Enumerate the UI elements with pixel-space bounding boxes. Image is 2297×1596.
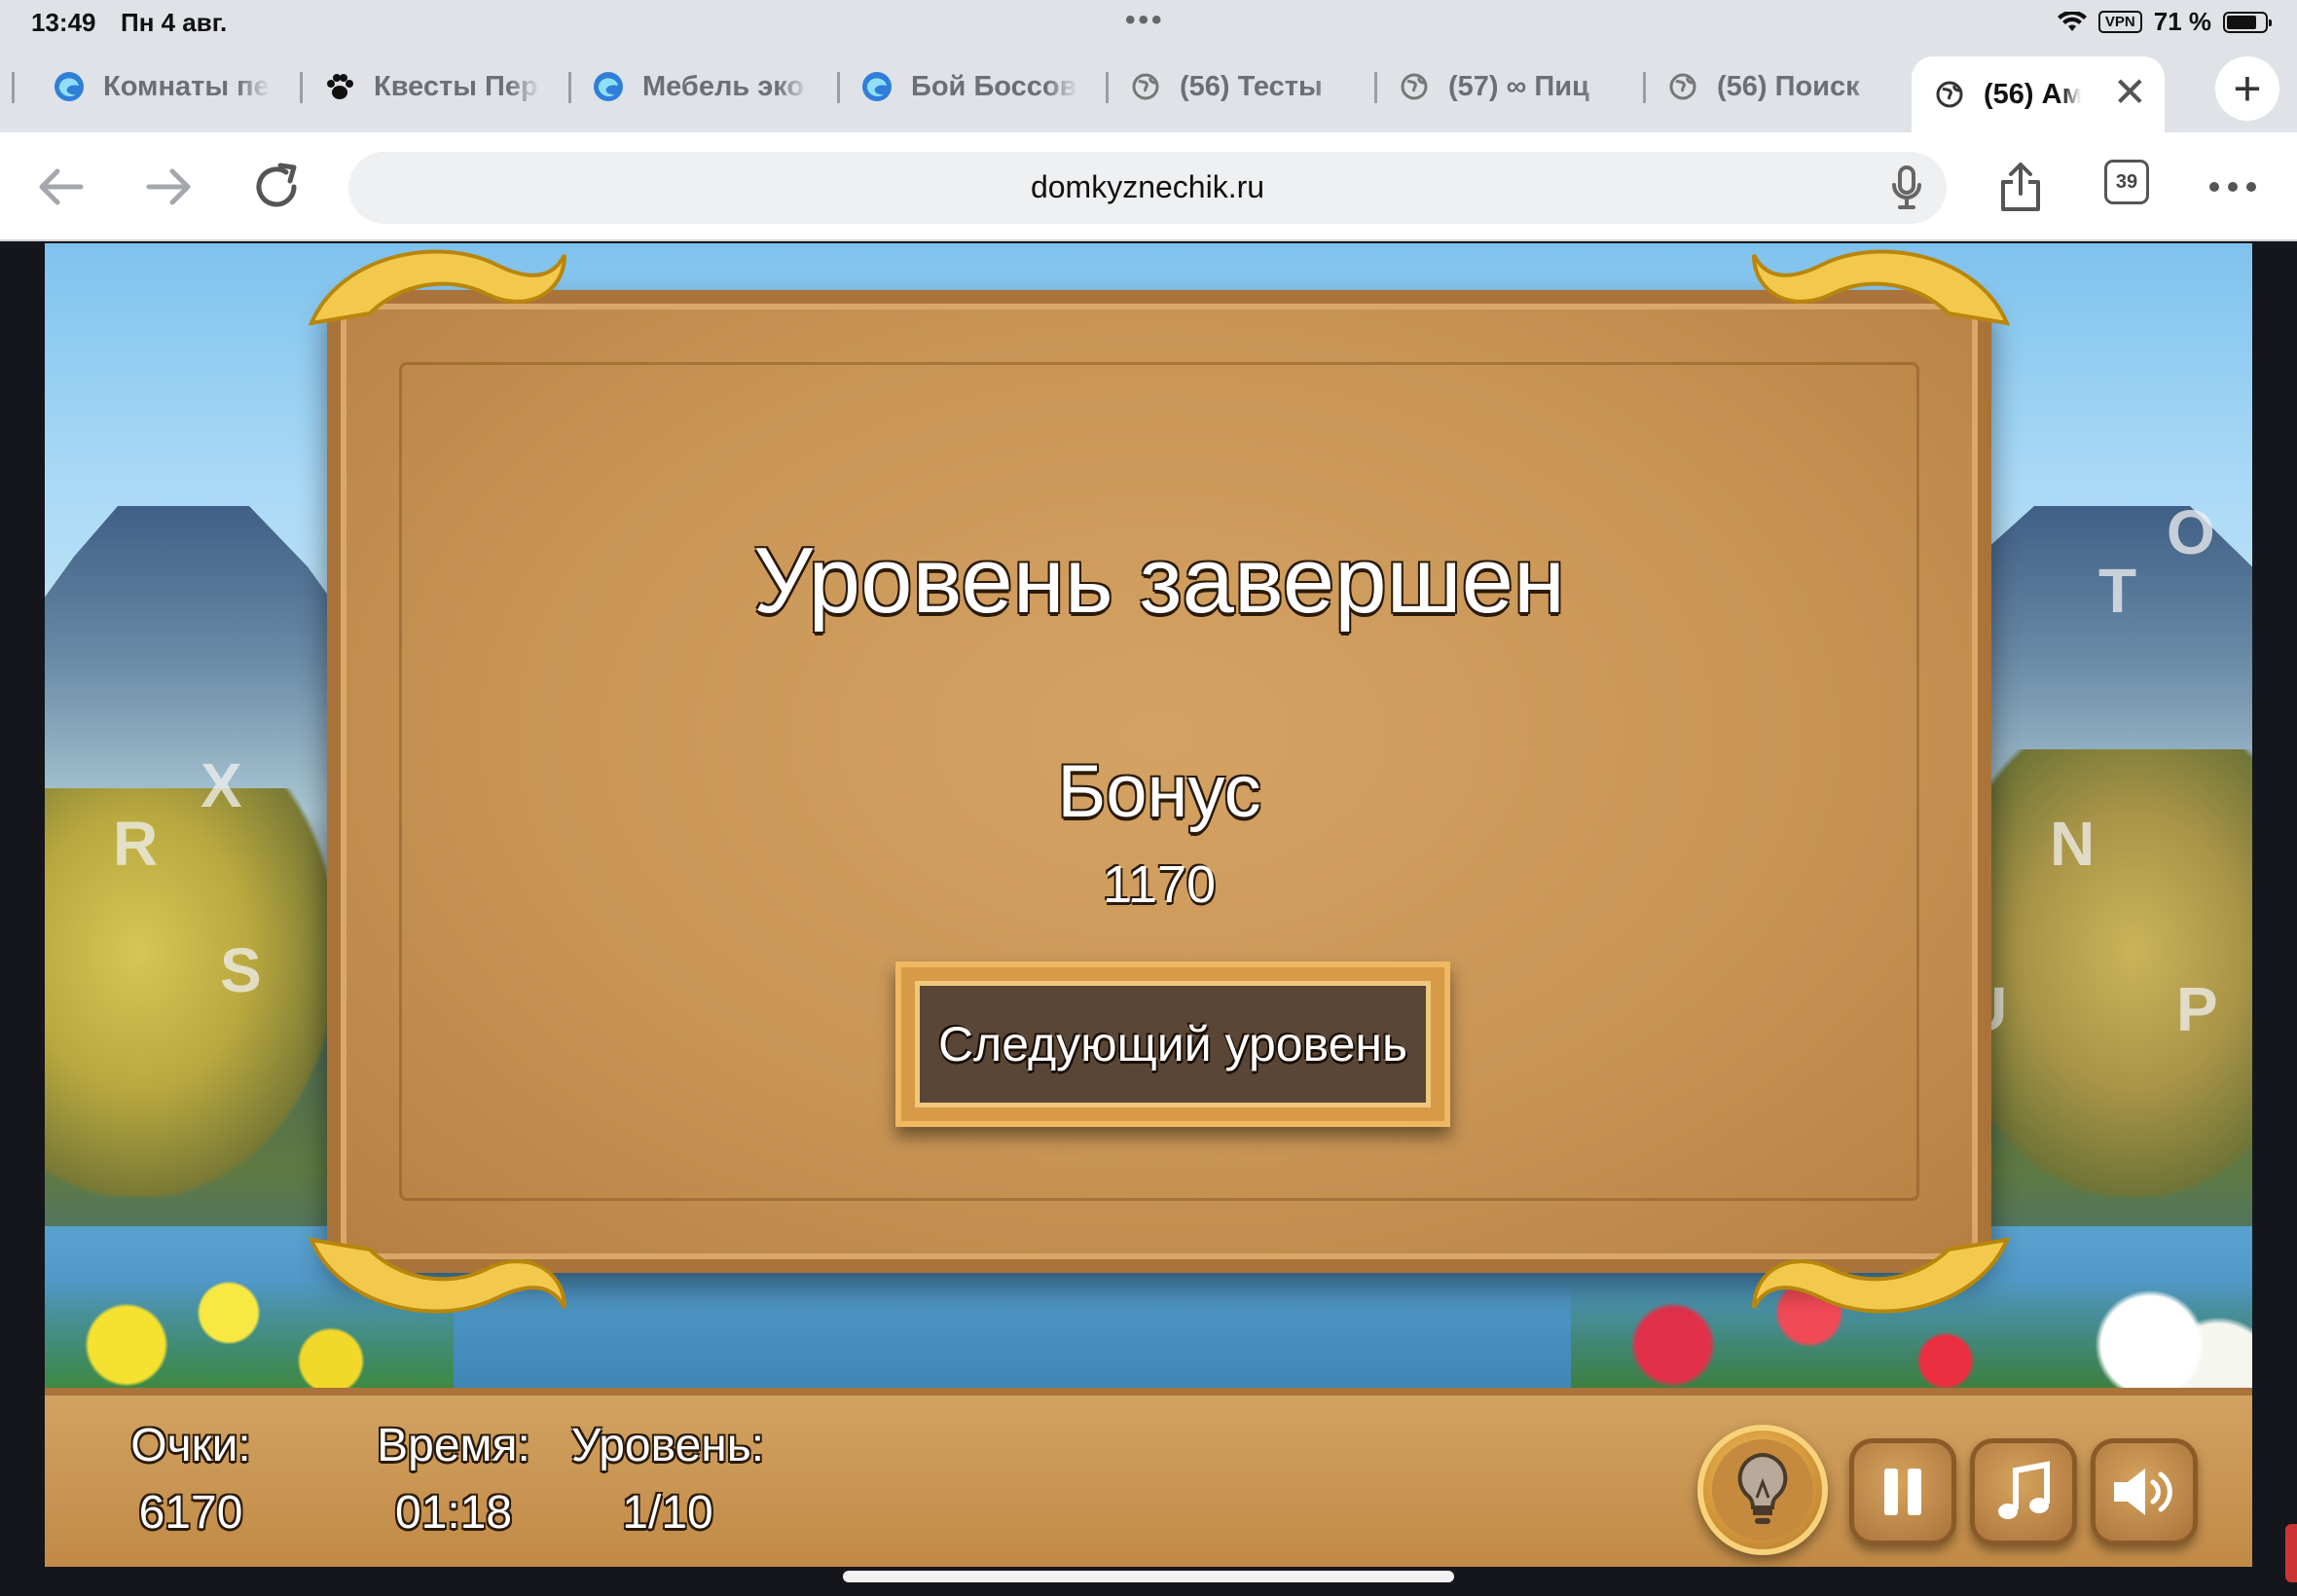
tab-pizza[interactable]: (57) ∞ Пиц (1398, 60, 1616, 113)
paw-icon (323, 70, 356, 103)
globe-icon (1398, 70, 1431, 103)
gold-ornament-icon (1752, 1237, 2011, 1314)
edge-icon (53, 70, 86, 103)
tab-separator (12, 72, 15, 103)
reload-button[interactable] (245, 156, 308, 218)
tab-separator (1374, 72, 1377, 103)
url-text: domkyznechik.ru (1030, 169, 1265, 204)
level-stat: Уровень: 1/10 (551, 1419, 784, 1540)
home-indicator[interactable] (843, 1571, 1454, 1582)
back-button[interactable] (29, 156, 91, 218)
browser-toolbar: domkyznechik.ru 39 (0, 132, 2297, 241)
tab-separator (1106, 72, 1109, 103)
speaker-icon (2114, 1469, 2172, 1515)
score-stat: Очки: 6170 (93, 1419, 288, 1540)
tab-active[interactable]: (56) Амс ✕ (1912, 56, 2165, 132)
wifi-icon (2057, 11, 2087, 31)
bonus-value: 1170 (1102, 855, 1217, 914)
globe-icon (1933, 78, 1966, 111)
hidden-letter[interactable]: S (220, 934, 262, 1006)
share-icon (2001, 163, 2040, 211)
tab-label: (57) ∞ Пиц (1448, 70, 1589, 102)
address-bar[interactable]: domkyznechik.ru (348, 152, 1947, 224)
tab-testy[interactable]: (56) Тесты (1129, 60, 1347, 113)
vpn-badge: VPN (2097, 11, 2142, 33)
pause-button[interactable] (1849, 1438, 1956, 1545)
tab-label: (56) Поиск (1717, 70, 1860, 102)
next-level-button[interactable]: Следующий уровень (895, 961, 1450, 1127)
multitask-dots-icon[interactable]: ••• (1125, 4, 1165, 37)
level-value: 1/10 (622, 1487, 713, 1539)
hidden-letter[interactable]: T (2098, 555, 2136, 627)
reload-icon (256, 163, 297, 207)
gold-ornament-icon (308, 249, 566, 326)
tab-label: Бой Боссов (911, 70, 1077, 102)
edge-icon (592, 70, 625, 103)
new-tab-button[interactable]: + (2215, 56, 2279, 121)
arrow-left-icon (39, 168, 84, 205)
tab-label: Квесты Пер (374, 70, 538, 102)
globe-icon (1666, 70, 1699, 103)
hidden-letter[interactable]: R (113, 808, 158, 880)
forward-button[interactable] (138, 156, 201, 218)
tab-separator (568, 72, 571, 103)
tab-boy-bossov[interactable]: Бой Боссов (860, 60, 1078, 113)
hidden-letter[interactable]: N (2050, 808, 2095, 880)
game-canvas[interactable]: X R S O T L N U P Уровень завершен Бонус… (45, 243, 2252, 1567)
pause-icon (1884, 1469, 1921, 1515)
gold-ornament-icon (1752, 249, 2011, 326)
status-bar: 13:49 Пн 4 авг. ••• VPN 71 % (0, 0, 2297, 45)
bonus-label: Бонус (1057, 750, 1261, 833)
level-complete-dialog: Уровень завершен Бонус 1170 Следующий ур… (308, 249, 2011, 1314)
music-button[interactable] (1970, 1438, 2077, 1545)
tab-separator (300, 72, 303, 103)
next-level-label: Следующий уровень (915, 981, 1431, 1107)
music-icon (1998, 1461, 2050, 1519)
edge-icon (860, 70, 893, 103)
status-date: Пн 4 авг. (121, 8, 228, 37)
score-value: 6170 (138, 1487, 243, 1539)
battery-percent: 71 % (2153, 7, 2211, 36)
gold-ornament-icon (308, 1237, 566, 1314)
tab-komnaty[interactable]: Комнаты пе (53, 60, 271, 113)
battery-icon (2223, 11, 2272, 33)
time-value: 01:18 (394, 1487, 513, 1539)
level-label: Уровень: (570, 1420, 765, 1471)
sound-button[interactable] (2091, 1438, 2198, 1545)
tab-bar: Комнаты пе Квесты Пер Мебель эко Бой Бос… (0, 45, 2297, 132)
game-hud: Очки: 6170 Время: 01:18 Уровень: 1/10 (45, 1388, 2252, 1567)
hidden-letter[interactable]: O (2167, 496, 2215, 568)
tab-separator (837, 72, 840, 103)
tab-label: (56) Тесты (1180, 70, 1323, 102)
microphone-icon[interactable] (1892, 165, 1921, 210)
hint-button[interactable] (1697, 1425, 1828, 1555)
lightbulb-icon (1737, 1452, 1788, 1524)
tab-label: Мебель эко (642, 70, 805, 102)
status-time: 13:49 (31, 8, 96, 37)
score-label: Очки: (130, 1420, 251, 1471)
tab-count-button[interactable]: 39 (2104, 160, 2149, 204)
hidden-letter[interactable]: X (201, 749, 242, 821)
time-stat: Время: 01:18 (346, 1419, 561, 1540)
more-dots-icon (2209, 182, 2256, 192)
close-tab-icon[interactable]: ✕ (2113, 68, 2147, 116)
status-right: VPN 71 % (2057, 7, 2272, 37)
tab-label: Комнаты пе (103, 70, 270, 102)
more-menu-button[interactable] (2202, 156, 2264, 218)
tab-separator (1643, 72, 1646, 103)
side-edge-handle (2285, 1524, 2297, 1582)
share-button[interactable] (1989, 156, 2052, 218)
background-tree-left (45, 788, 337, 1197)
hidden-letter[interactable]: P (2176, 973, 2218, 1045)
tab-mebel[interactable]: Мебель эко (592, 60, 810, 113)
arrow-right-icon (146, 168, 191, 205)
tab-label: (56) Амс (1984, 78, 2081, 110)
globe-icon (1129, 70, 1162, 103)
dialog-title: Уровень завершен (753, 528, 1565, 633)
time-label: Время: (377, 1420, 530, 1471)
tab-kvesty[interactable]: Квесты Пер (323, 60, 541, 113)
tab-poisk[interactable]: (56) Поиск (1666, 60, 1884, 113)
